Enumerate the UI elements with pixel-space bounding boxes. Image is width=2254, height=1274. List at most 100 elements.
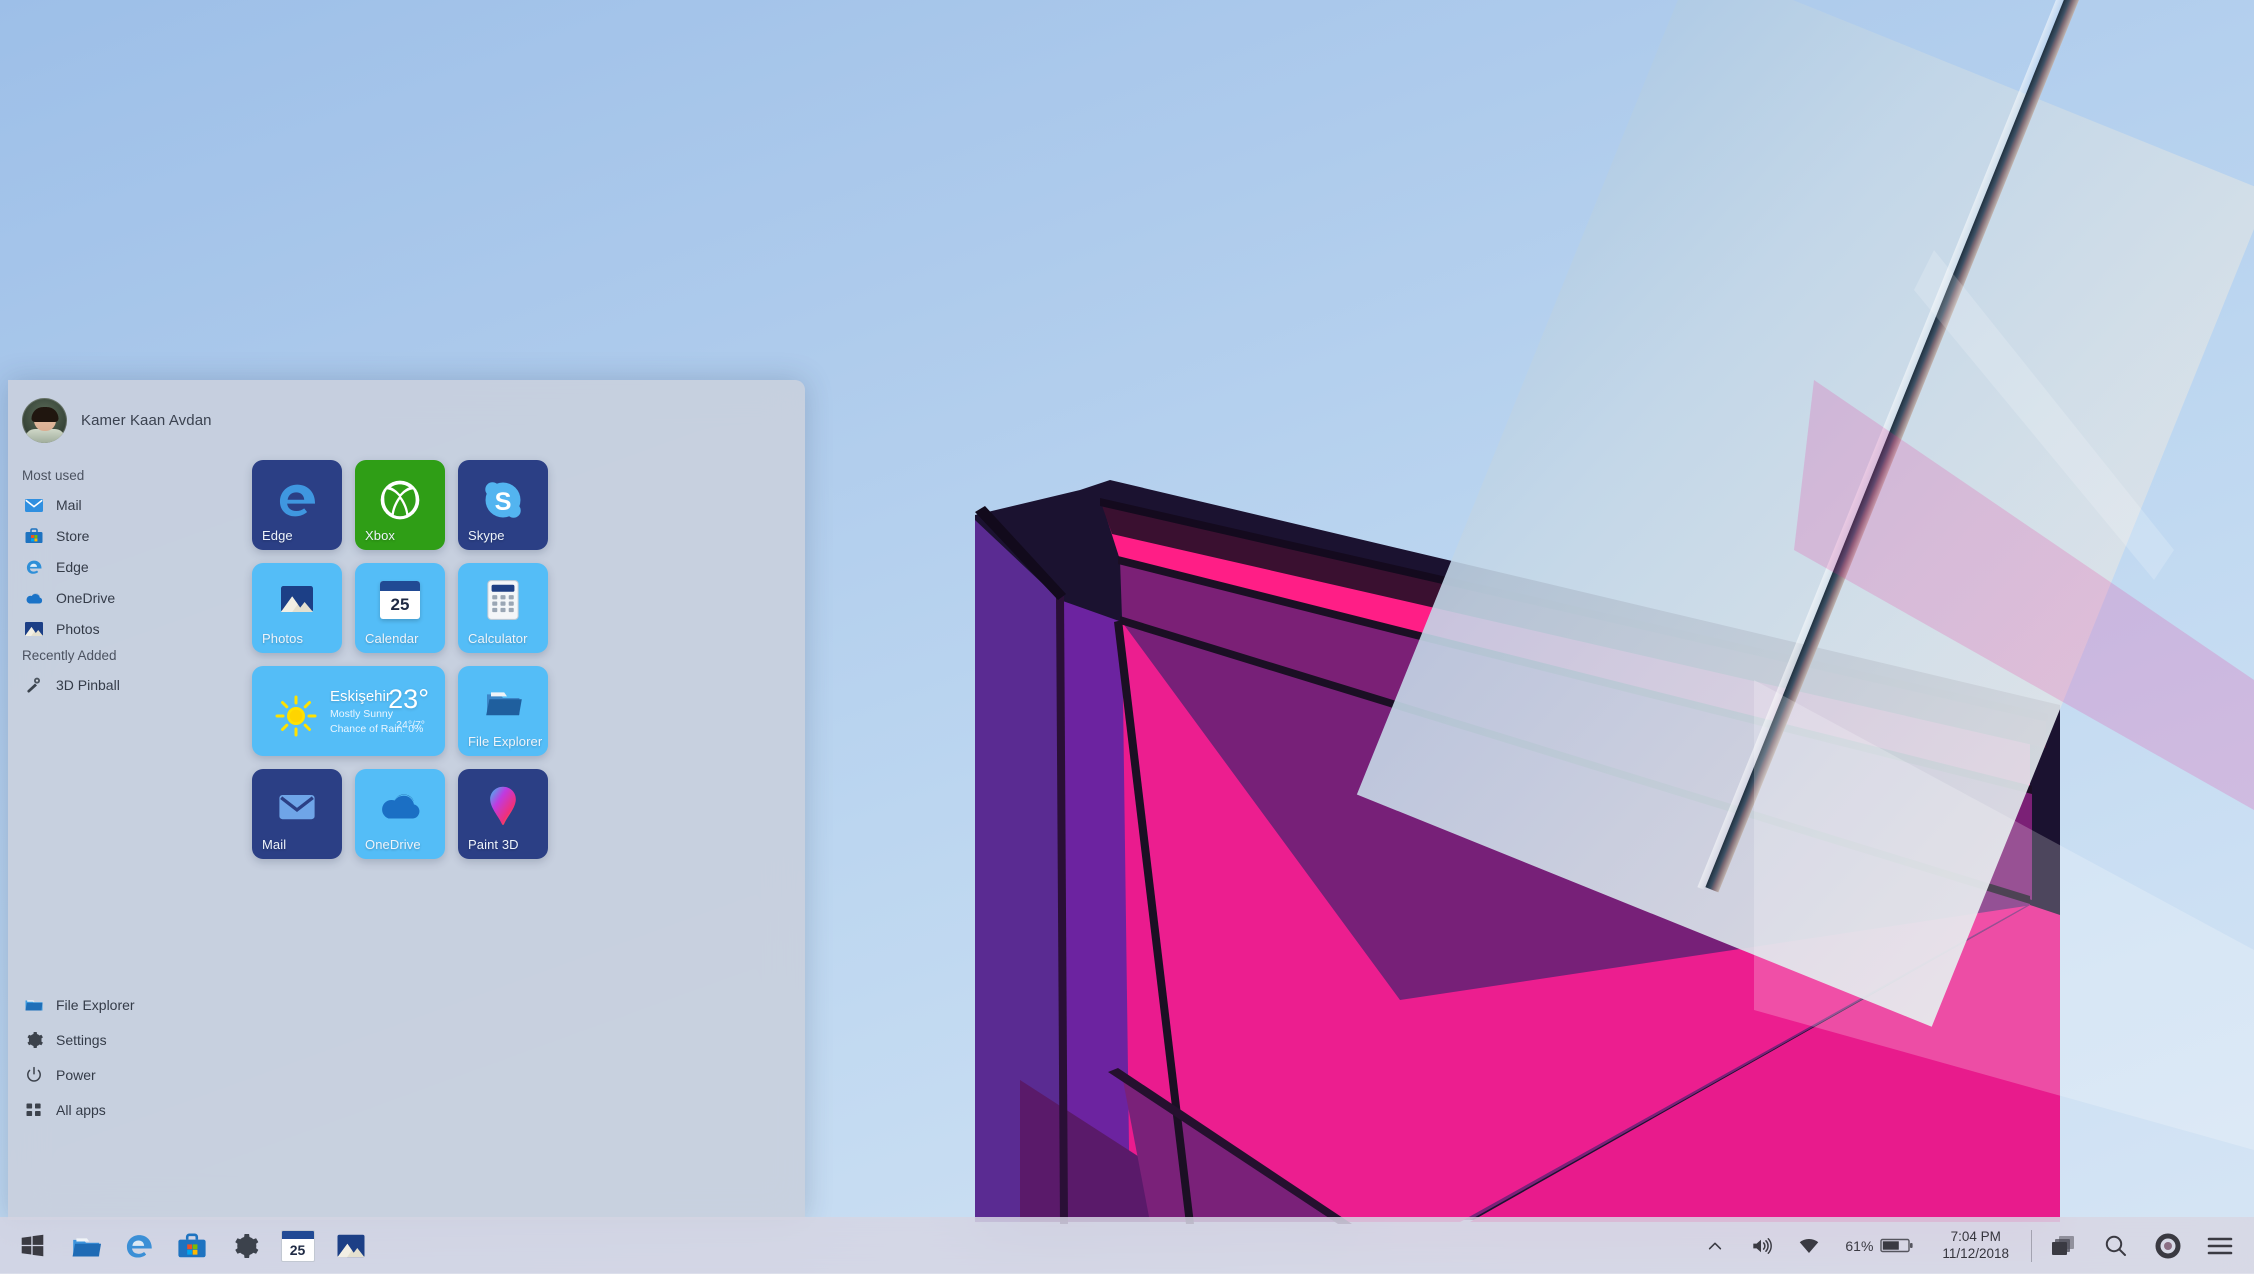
tile-label: Photos [262,631,304,646]
calculator-icon [487,580,519,620]
taskbar-store[interactable] [165,1217,218,1274]
sidebar-item-label: Store [56,528,90,544]
calendar-day: 25 [289,1241,306,1258]
tile-xbox[interactable]: Xbox [355,460,445,550]
store-icon [25,528,43,543]
tile-label: File Explorer [468,734,543,749]
sidebar-item-label: 3D Pinball [56,677,120,693]
start-menu-bottom-list[interactable]: File Explorer Settings Power All apps [18,988,278,1128]
taskbar-edge[interactable] [112,1217,165,1274]
weather-condition: Mostly Sunny [330,708,394,720]
start-menu-user-row[interactable]: Kamer Kaan Avdan [22,398,212,443]
sidebar-item-edge[interactable]: Edge [18,552,278,582]
sidebar-item-mail[interactable]: Mail [18,490,278,520]
calendar-day: 25 [390,594,410,614]
section-label-most-used: Most used [22,468,85,483]
sidebar-item-label: Edge [56,559,89,575]
taskbar-calendar[interactable]: 25 [271,1217,324,1274]
action-center-button[interactable] [2194,1217,2246,1274]
cortana-button[interactable] [2142,1217,2194,1274]
start-button[interactable] [6,1217,59,1274]
recently-added-list[interactable]: 3D Pinball [18,670,278,701]
battery-status[interactable]: 61% [1833,1217,1926,1274]
wallpaper-glass-reflection [1754,250,2254,1150]
onedrive-icon [382,794,420,819]
tile-onedrive[interactable]: OneDrive [355,769,445,859]
weather-high-low: 24°/7° [396,719,425,731]
tile-paint-3d[interactable]: Paint 3D [458,769,548,859]
section-label-recently-added: Recently Added [22,648,117,663]
search-icon [2105,1235,2126,1256]
tile-weather[interactable]: Eskişehir Mostly Sunny Chance of Rain: 0… [252,666,445,756]
search-button[interactable] [2090,1217,2142,1274]
store-icon [177,1233,206,1257]
wifi-icon [1800,1238,1819,1253]
folder-icon [25,1000,43,1011]
tile-edge[interactable]: Edge [252,460,342,550]
taskbar-system-tray[interactable]: 61% 7:04 PM 11/12/2018 [1693,1217,2254,1274]
wifi-button[interactable] [1785,1217,1833,1274]
tile-label: Calculator [468,631,528,646]
tray-divider [2031,1229,2032,1262]
tile-calendar[interactable]: 25 Calendar [355,563,445,653]
clock[interactable]: 7:04 PM 11/12/2018 [1926,1217,2025,1274]
volume-button[interactable] [1737,1217,1785,1274]
photos-icon [281,585,313,612]
sidebar-item-label: Photos [56,621,100,637]
desktop-screen: Kamer Kaan Avdan Most used Mail Store Ed… [0,0,2254,1274]
show-hidden-icons-button[interactable] [1693,1217,1737,1274]
sidebar-item-onedrive[interactable]: OneDrive [18,583,278,613]
taskbar-settings[interactable] [218,1217,271,1274]
sidebar-item-label: OneDrive [56,590,116,606]
folder-icon [486,692,522,716]
gear-icon [234,1233,258,1258]
taskbar[interactable]: 25 61% 7:04 PM 11/12/2018 [0,1217,2254,1274]
battery-icon [1880,1238,1914,1253]
cortana-icon [2155,1233,2181,1258]
user-avatar[interactable] [22,398,67,443]
taskbar-photos[interactable] [324,1217,377,1274]
tile-calculator[interactable]: Calculator [458,563,548,653]
sidebar-item-label: Power [56,1067,96,1083]
volume-icon [1753,1237,1773,1254]
gear-icon [27,1032,43,1048]
sidebar-item-3d-pinball[interactable]: 3D Pinball [18,670,278,700]
taskbar-pinned-apps[interactable]: 25 [0,1217,377,1274]
start-menu[interactable]: Kamer Kaan Avdan Most used Mail Store Ed… [8,380,805,1220]
sidebar-item-label: File Explorer [56,997,135,1013]
most-used-list[interactable]: Mail Store Edge OneDrive Photos [18,490,278,645]
sidebar-item-power[interactable]: Power [18,1058,278,1092]
pinball-icon [27,677,40,693]
power-icon [27,1066,41,1082]
user-name: Kamer Kaan Avdan [81,412,212,429]
calendar-icon: 25 [280,1229,315,1262]
tile-label: Mail [262,837,287,852]
sidebar-item-label: Settings [56,1032,107,1048]
sidebar-item-label: All apps [56,1102,106,1118]
paint3d-icon [490,786,516,825]
weather-temperature: 23° [388,684,429,714]
tile-mail[interactable]: Mail [252,769,342,859]
skype-icon: S [485,481,521,518]
sidebar-item-store[interactable]: Store [18,521,278,551]
tile-photos[interactable]: Photos [252,563,342,653]
photos-icon [337,1234,364,1257]
sidebar-item-settings[interactable]: Settings [18,1023,278,1057]
sidebar-item-all-apps[interactable]: All apps [18,1093,278,1127]
taskbar-file-explorer[interactable] [59,1217,112,1274]
action-center-icon [2207,1237,2233,1254]
folder-icon [72,1237,101,1257]
tile-skype[interactable]: S Skype [458,460,548,550]
sidebar-item-photos[interactable]: Photos [18,614,278,644]
clock-time: 7:04 PM [1950,1228,2001,1244]
edge-icon [126,1234,152,1258]
weather-tile-content: Eskişehir Mostly Sunny Chance of Rain: 0… [252,666,445,756]
task-view-button[interactable] [2038,1217,2090,1274]
tile-label: OneDrive [365,837,421,852]
weather-city: Eskişehir [330,688,391,705]
tile-file-explorer[interactable]: File Explorer [458,666,548,756]
sidebar-item-file-explorer[interactable]: File Explorer [18,988,278,1022]
tile-label: Edge [262,528,293,543]
battery-percent: 61% [1845,1237,1874,1254]
tile-label: Skype [468,528,505,543]
